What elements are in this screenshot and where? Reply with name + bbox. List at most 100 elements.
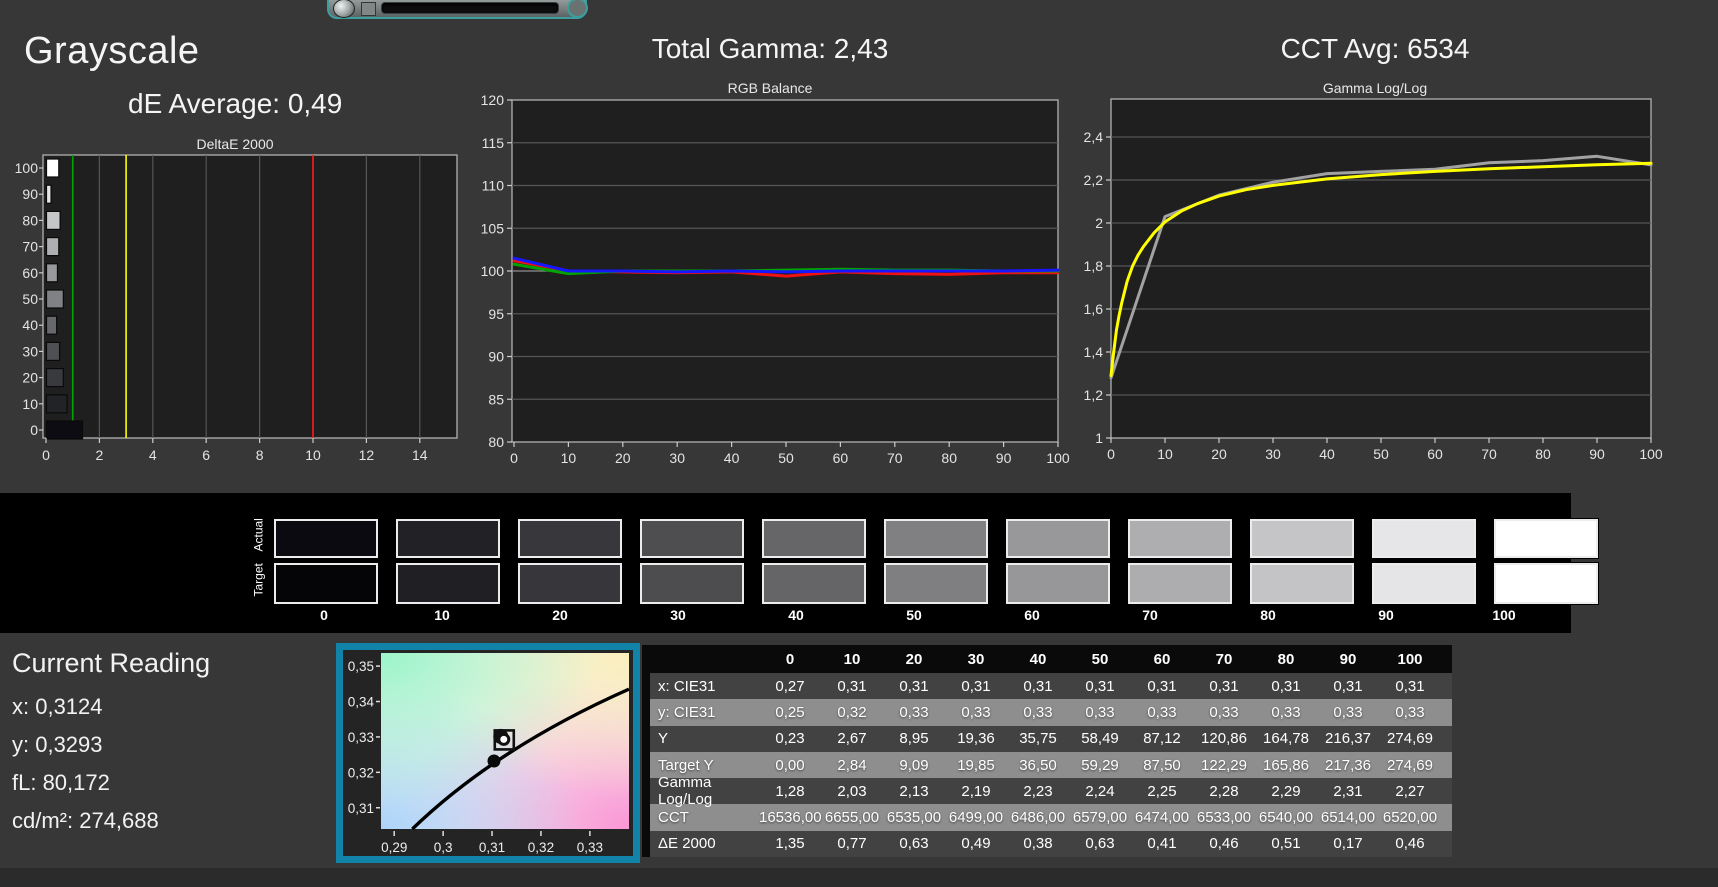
- ytick-label: 90: [488, 349, 504, 365]
- swatch-target-0[interactable]: [273, 562, 379, 605]
- xtick-label: 50: [1373, 446, 1389, 462]
- deltae-bar-10: [45, 394, 68, 414]
- swatch-target-100[interactable]: [1493, 562, 1599, 605]
- table-cell: 6514,00: [1320, 809, 1376, 827]
- deltae-ytick: 20: [22, 370, 38, 386]
- xtick-label: 100: [1046, 450, 1070, 466]
- swatch-level-label: 10: [434, 607, 450, 623]
- ytick-label: 95: [488, 306, 504, 322]
- table-column-header: 10: [843, 650, 861, 668]
- swatch-actual-60[interactable]: [1005, 518, 1111, 559]
- xtick-label: 50: [778, 450, 794, 466]
- swatch-actual-20[interactable]: [517, 518, 623, 559]
- deltae-ytick: 60: [22, 265, 38, 281]
- table-cell: 6520,00: [1382, 809, 1438, 827]
- swatch-actual-80[interactable]: [1249, 518, 1355, 559]
- cie-chromaticity-chart[interactable]: 0,35 0,34 0,33 0,32 0,31 0,29 0,3 0,31 0,32 0,33: [336, 643, 640, 863]
- cie-xtick: 0,29: [381, 840, 407, 855]
- table-row: x: CIE31 0,27 0,31 0,31 0,31 0,31 0,31 0,31 0,31…: [642, 673, 1452, 700]
- chrome-slot: [381, 2, 559, 14]
- table-cell: 0,63: [899, 835, 929, 853]
- table-cell: 6540,00: [1258, 809, 1314, 827]
- table-row-label: Gamma Log/Log: [658, 774, 713, 809]
- table-column-header: 80: [1277, 650, 1295, 668]
- xtick-label: 70: [1481, 446, 1497, 462]
- table-cell: 122,29: [1201, 756, 1247, 774]
- cie-xtick: 0,3: [434, 840, 453, 855]
- swatch-target-10[interactable]: [395, 562, 501, 605]
- table-cell: 0,27: [775, 677, 805, 695]
- swatch-actual-30[interactable]: [639, 518, 745, 559]
- xtick-label: 90: [1589, 446, 1605, 462]
- swatch-actual-40[interactable]: [761, 518, 867, 559]
- cie-ytick: 0,33: [348, 730, 374, 745]
- swatch-actual-100[interactable]: [1493, 518, 1599, 559]
- table-cell: 0,77: [837, 835, 867, 853]
- deltae-ytick: 50: [22, 291, 38, 307]
- table-cell: 87,50: [1143, 756, 1181, 774]
- table-cell: 2,25: [1147, 782, 1177, 800]
- table-cell: 0,31: [1085, 677, 1115, 695]
- table-column-header: 40: [1029, 650, 1047, 668]
- cie-ytick: 0,35: [348, 659, 374, 674]
- ytick-label: 1,8: [1084, 258, 1104, 274]
- swatch-target-20[interactable]: [517, 562, 623, 605]
- swatch-actual-0[interactable]: [273, 518, 379, 559]
- target-swatch-row: [273, 562, 1599, 605]
- swatch-actual-70[interactable]: [1127, 518, 1233, 559]
- table-cell: 0,31: [961, 677, 991, 695]
- swatch-target-80[interactable]: [1249, 562, 1355, 605]
- reading-marker-ring: [497, 732, 511, 746]
- swatch-actual-10[interactable]: [395, 518, 501, 559]
- table-row-label: Y: [658, 730, 669, 748]
- measurement-table: 0 10 20 30 40 50 60 70 80 90 100 x: CIE31 0,27 0,31 0,…: [642, 645, 1452, 858]
- ytick-label: 2,4: [1084, 129, 1104, 145]
- table-cell: 2,27: [1395, 782, 1425, 800]
- cie-ytick: 0,34: [348, 695, 375, 710]
- deltae-xtick: 6: [202, 447, 210, 463]
- bottom-window-edge: [0, 868, 1718, 887]
- grayscale-swatch-band: Actual Target 0 10 20 30 40 50 60 70 80 90 100: [0, 493, 1599, 633]
- xtick-label: 0: [510, 450, 518, 466]
- swatch-level-label: 80: [1260, 607, 1276, 623]
- swatch-target-40[interactable]: [761, 562, 867, 605]
- swatch-target-50[interactable]: [883, 562, 989, 605]
- table-row: CCT 16536,00 6655,00 6535,00 6499,00 6486,00 6…: [642, 804, 1452, 831]
- table-cell: 58,49: [1081, 730, 1119, 748]
- swatch-target-60[interactable]: [1005, 562, 1111, 605]
- table-cell: 2,23: [1023, 782, 1053, 800]
- xtick-label: 100: [1639, 446, 1663, 462]
- ytick-label: 1,4: [1084, 344, 1104, 360]
- swatch-target-30[interactable]: [639, 562, 745, 605]
- table-cell: 217,36: [1325, 756, 1371, 774]
- table-cell: 2,19: [961, 782, 991, 800]
- cie-xtick: 0,31: [479, 840, 505, 855]
- xtick-label: 20: [615, 450, 631, 466]
- total-gamma-value: Total Gamma: 2,43: [651, 33, 889, 64]
- xtick-label: 30: [669, 450, 685, 466]
- swatch-level-label: 70: [1142, 607, 1158, 623]
- table-cell: 165,86: [1263, 756, 1309, 774]
- swatch-target-70[interactable]: [1127, 562, 1233, 605]
- window-chrome-fragment[interactable]: [327, 0, 588, 19]
- table-cell: 6474,00: [1134, 809, 1190, 827]
- swatch-actual-50[interactable]: [883, 518, 989, 559]
- table-cell: 0,23: [775, 730, 805, 748]
- table-cell: 0,49: [961, 835, 991, 853]
- swatch-target-90[interactable]: [1371, 562, 1477, 605]
- deltae-ytick: 70: [22, 239, 38, 255]
- swatch-level-label: 90: [1378, 607, 1394, 623]
- deltae-2000-bar-chart: 0 10 20 30 40 50 60 70 80 90 100 0 2 4 6 8 10 12 14: [15, 154, 458, 463]
- table-row: y: CIE31 0,25 0,32 0,33 0,33 0,33 0,33 0,33 0,33…: [642, 699, 1452, 726]
- deltae-xtick: 8: [256, 447, 264, 463]
- swatch-actual-90[interactable]: [1371, 518, 1477, 559]
- xtick-label: 40: [1319, 446, 1335, 462]
- table-cell: 16536,00: [759, 809, 822, 827]
- table-cell: 0,31: [1147, 677, 1177, 695]
- cie-ytick: 0,31: [348, 801, 374, 816]
- current-reading-title: Current Reading: [12, 648, 211, 678]
- deltae-xtick: 4: [149, 447, 157, 463]
- table-cell: 0,31: [1395, 677, 1425, 695]
- current-reading-fl: fL: 80,172: [12, 770, 110, 795]
- swatch-level-label: 50: [906, 607, 922, 623]
